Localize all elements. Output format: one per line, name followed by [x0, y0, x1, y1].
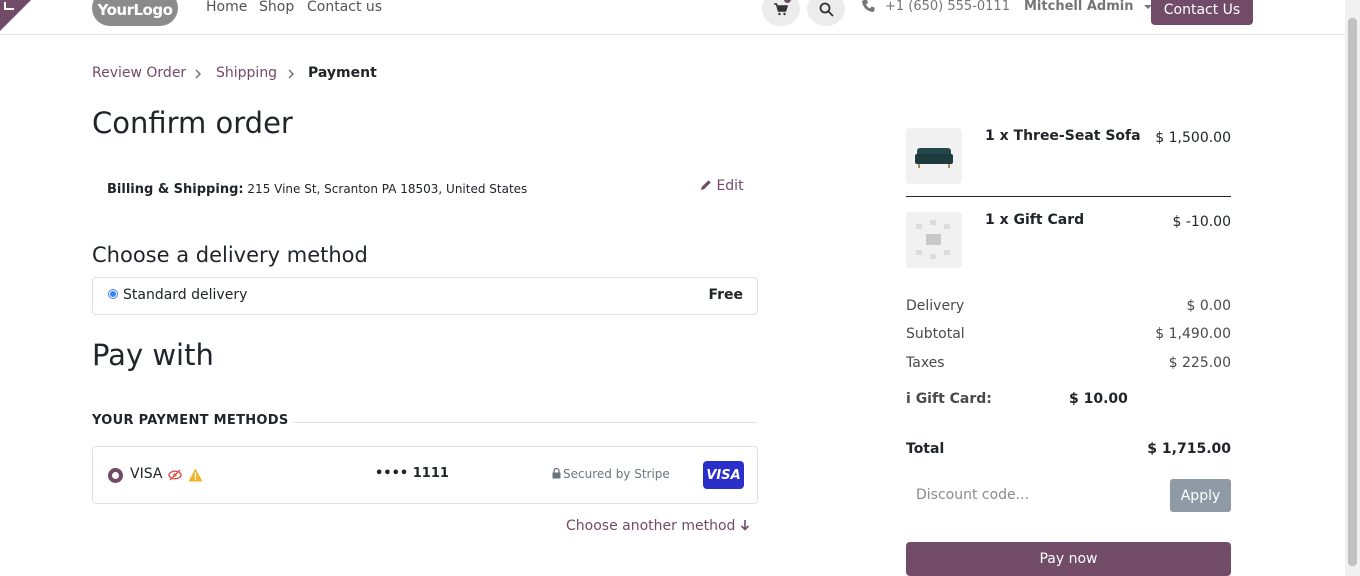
arrow-down-icon [740, 520, 749, 531]
card-number: •••• 1111 [375, 466, 449, 481]
contact-us-button[interactable]: Contact Us [1151, 0, 1253, 25]
payment-radio[interactable] [108, 468, 123, 483]
subtotal-label: Subtotal [906, 326, 965, 342]
divider [293, 422, 757, 423]
lock-icon [552, 468, 561, 479]
scrollbar-thumb[interactable] [1348, 18, 1357, 566]
cart-icon [774, 2, 788, 15]
discount-code-input[interactable] [906, 479, 1170, 511]
taxes-label: Taxes [906, 355, 945, 371]
delivery-value: $ 0.00 [1186, 298, 1231, 314]
total-value: $ 1,715.00 [1147, 441, 1231, 457]
delivery-radio[interactable] [108, 289, 118, 299]
delivery-option[interactable]: Standard delivery Free [92, 277, 758, 315]
warning-icon [188, 468, 203, 482]
info-icon: i [906, 391, 911, 407]
pencil-icon [701, 180, 711, 190]
breadcrumb-payment: Payment [308, 65, 377, 81]
breadcrumb-review-order[interactable]: Review Order [92, 65, 186, 81]
card-name: VISA [130, 466, 163, 482]
site-logo[interactable]: YourLogo [92, 0, 178, 26]
site-header: YourLogo Home Shop Contact us +1 (650) 5… [0, 0, 1345, 35]
edit-label: Edit [716, 178, 744, 194]
corner-icon [4, 2, 14, 10]
delivery-label: Delivery [906, 298, 965, 314]
subtotal-value: $ 1,490.00 [1155, 326, 1231, 342]
divider [906, 196, 1231, 197]
item-name: 1 x Gift Card [985, 212, 1085, 228]
billing-address: Billing & Shipping: 215 Vine St, Scranto… [107, 180, 527, 199]
gift-card-value: $ 10.00 [1069, 391, 1128, 407]
item-name: 1 x Three-Seat Sofa [985, 128, 1141, 144]
phone-icon [862, 0, 875, 12]
payment-method-option[interactable]: VISA •••• 1111 Secured by Stripe VISA [92, 446, 758, 504]
chevron-right-icon [195, 69, 201, 79]
edit-address-link[interactable]: Edit [700, 178, 744, 194]
breadcrumb-shipping[interactable]: Shipping [216, 65, 277, 81]
delivery-price: Free [708, 287, 743, 303]
page-title: Confirm order [92, 106, 293, 140]
gift-card-image [916, 220, 950, 259]
user-name: Mitchell Admin [1024, 0, 1134, 14]
sofa-image [915, 148, 953, 168]
eye-slash-icon [168, 469, 182, 481]
billing-address-text: 215 Vine St, Scranton PA 18503, United S… [247, 182, 528, 196]
nav-home[interactable]: Home [206, 0, 247, 14]
user-menu[interactable]: Mitchell Admin [1024, 0, 1152, 14]
payment-methods-heading: YOUR PAYMENT METHODS [92, 413, 289, 428]
nav-contact[interactable]: Contact us [307, 0, 382, 14]
billing-label: Billing & Shipping: [107, 182, 244, 197]
gift-card-row: i Gift Card: [906, 391, 992, 407]
apply-discount-button[interactable]: Apply [1170, 479, 1231, 512]
delivery-heading: Choose a delivery method [92, 243, 368, 267]
chevron-right-icon [288, 69, 294, 79]
taxes-value: $ 225.00 [1168, 355, 1231, 371]
choose-another-label: Choose another method [566, 518, 736, 534]
search-button[interactable] [807, 0, 845, 26]
total-label: Total [906, 441, 945, 457]
search-icon [819, 2, 834, 17]
nav-shop[interactable]: Shop [259, 0, 294, 14]
product-image-gift-card [906, 212, 962, 268]
product-image-sofa [906, 128, 962, 184]
item-price: $ 1,500.00 [1155, 130, 1231, 146]
cart-button[interactable] [762, 0, 800, 26]
delivery-method-name: Standard delivery [123, 287, 248, 303]
phone-number[interactable]: +1 (650) 555-0111 [885, 0, 1010, 14]
pay-with-heading: Pay with [92, 338, 214, 372]
choose-another-method-link[interactable]: Choose another method [566, 518, 750, 534]
cart-badge [784, 0, 791, 3]
item-price: $ -10.00 [1172, 214, 1232, 230]
pay-now-button[interactable]: Pay now [906, 542, 1231, 576]
gift-card-label: Gift Card: [915, 391, 992, 407]
visa-logo: VISA [703, 461, 744, 489]
secured-by-stripe: Secured by Stripe [563, 467, 670, 481]
